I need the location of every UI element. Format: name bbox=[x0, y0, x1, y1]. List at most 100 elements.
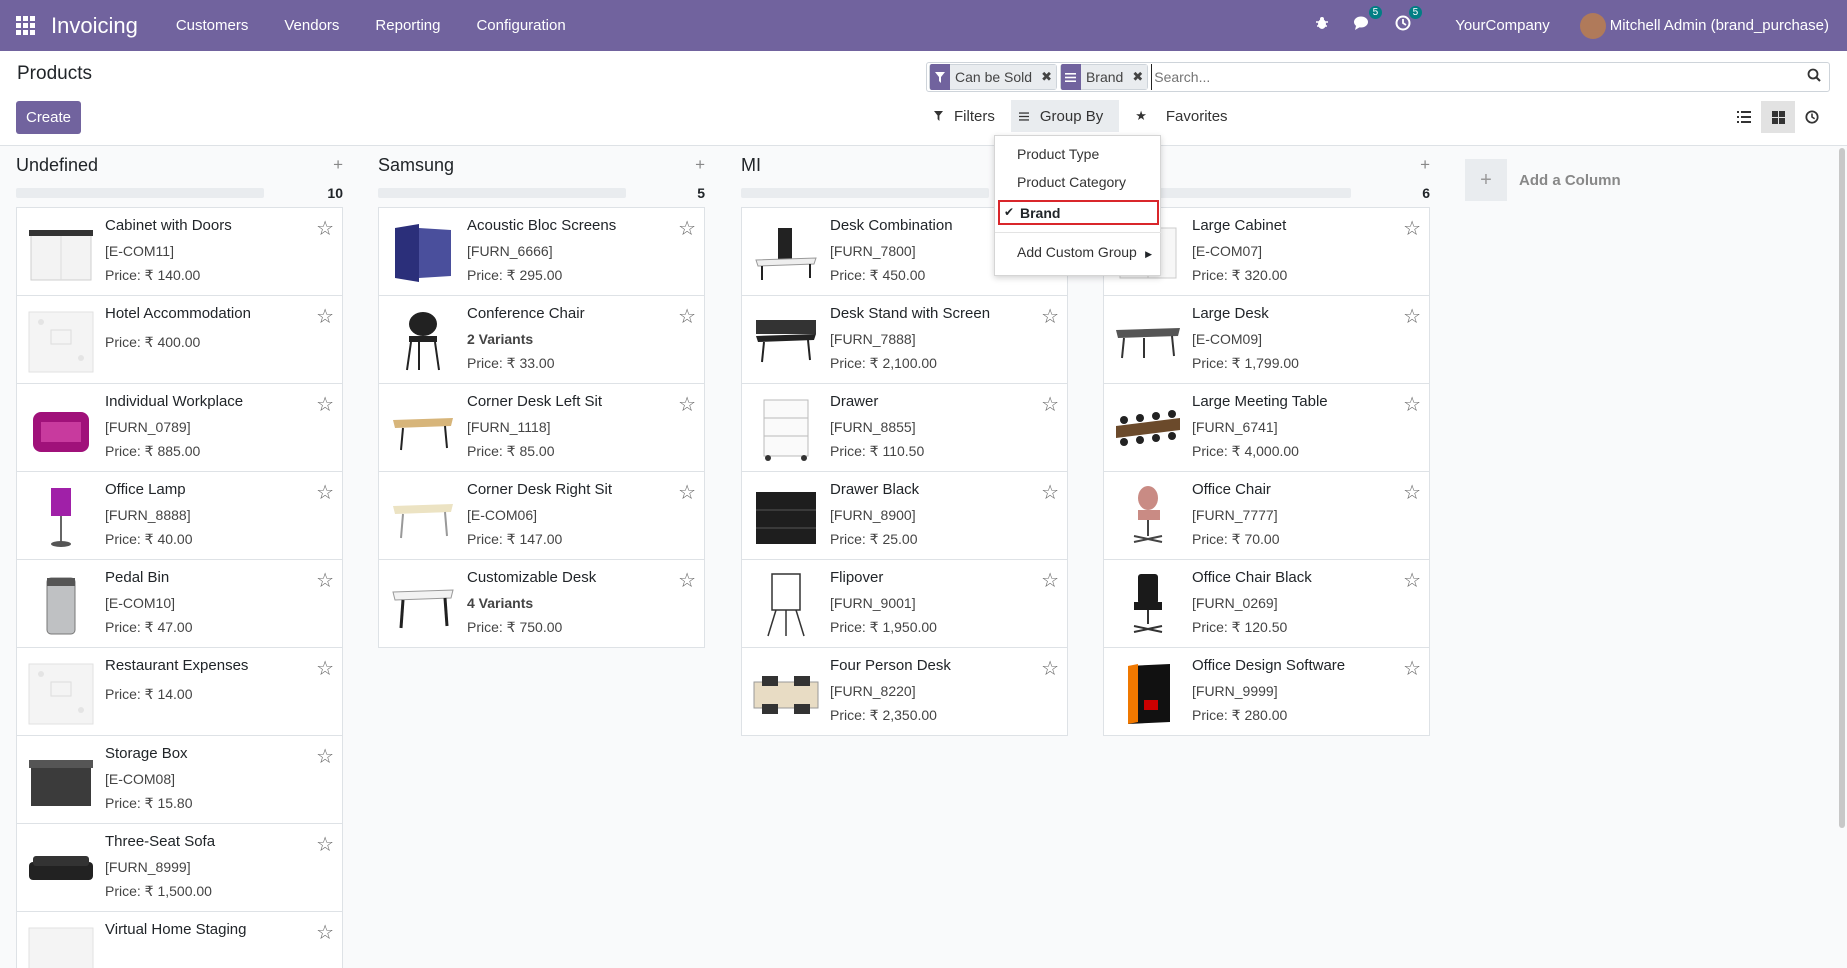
quick-create-plus-icon[interactable]: + bbox=[1420, 155, 1430, 175]
activity-view-icon[interactable] bbox=[1795, 101, 1829, 133]
favorite-star-icon[interactable]: ☆ bbox=[678, 304, 696, 329]
favorite-star-icon[interactable]: ☆ bbox=[316, 744, 334, 769]
favorite-star-icon[interactable]: ☆ bbox=[1041, 480, 1059, 505]
kanban-card[interactable]: Large Desk [E-COM09] Price: ₹ 1,799.00 ☆ bbox=[1103, 295, 1430, 384]
favorite-star-icon[interactable]: ☆ bbox=[1403, 480, 1421, 505]
column-progressbar[interactable] bbox=[16, 188, 264, 198]
kanban-card[interactable]: Hotel Accommodation Price: ₹ 400.00 ☆ bbox=[16, 295, 343, 384]
favorite-star-icon[interactable]: ☆ bbox=[316, 656, 334, 681]
kanban-card[interactable]: Restaurant Expenses Price: ₹ 14.00 ☆ bbox=[16, 647, 343, 736]
column-progressbar[interactable] bbox=[378, 188, 626, 198]
search-icon[interactable] bbox=[1799, 68, 1829, 86]
menu-vendors[interactable]: Vendors bbox=[266, 17, 357, 34]
kanban-card[interactable]: Conference Chair 2 Variants Price: ₹ 33.… bbox=[378, 295, 705, 384]
favorite-star-icon[interactable]: ☆ bbox=[1041, 568, 1059, 593]
groupby-button[interactable]: Group By bbox=[1010, 100, 1120, 132]
app-name[interactable]: Invoicing bbox=[51, 13, 138, 39]
kanban-card[interactable]: Acoustic Bloc Screens [FURN_6666] Price:… bbox=[378, 207, 705, 296]
groupby-option-brand[interactable]: ✔ Brand bbox=[998, 200, 1159, 225]
kanban-card[interactable]: Cabinet with Doors [E-COM11] Price: ₹ 14… bbox=[16, 207, 343, 296]
favorite-star-icon[interactable]: ☆ bbox=[678, 568, 696, 593]
kanban-card[interactable]: Storage Box [E-COM08] Price: ₹ 15.80 ☆ bbox=[16, 735, 343, 824]
kanban-card[interactable]: Virtual Home Staging ☆ bbox=[16, 911, 343, 968]
favorite-star-icon[interactable]: ☆ bbox=[1041, 304, 1059, 329]
kanban-card[interactable]: Drawer [FURN_8855] Price: ₹ 110.50 ☆ bbox=[741, 383, 1068, 472]
kanban-card[interactable]: Customizable Desk 4 Variants Price: ₹ 75… bbox=[378, 559, 705, 648]
favorite-star-icon[interactable]: ☆ bbox=[678, 480, 696, 505]
kanban-card[interactable]: Flipover [FURN_9001] Price: ₹ 1,950.00 ☆ bbox=[741, 559, 1068, 648]
product-name: Corner Desk Left Sit bbox=[467, 393, 603, 410]
favorites-button[interactable]: ★ Favorites bbox=[1119, 100, 1243, 132]
favorite-star-icon[interactable]: ☆ bbox=[316, 304, 334, 329]
column-title[interactable]: MI bbox=[741, 155, 761, 176]
favorite-star-icon[interactable]: ☆ bbox=[316, 832, 334, 857]
kanban-card[interactable]: Office Lamp [FURN_8888] Price: ₹ 40.00 ☆ bbox=[16, 471, 343, 560]
favorite-star-icon[interactable]: ☆ bbox=[1041, 656, 1059, 681]
page-title[interactable]: Products bbox=[17, 63, 92, 85]
favorite-star-icon[interactable]: ☆ bbox=[678, 216, 696, 241]
kanban-view-icon[interactable] bbox=[1761, 101, 1795, 133]
menu-customers[interactable]: Customers bbox=[158, 17, 267, 34]
kanban-card[interactable]: Corner Desk Left Sit [FURN_1118] Price: … bbox=[378, 383, 705, 472]
groupby-option-product-type[interactable]: Product Type bbox=[1017, 146, 1099, 162]
favorite-star-icon[interactable]: ☆ bbox=[1041, 392, 1059, 417]
add-custom-group[interactable]: Add Custom Group bbox=[1017, 244, 1137, 260]
company-switcher[interactable]: YourCompany bbox=[1455, 17, 1550, 34]
column-title[interactable]: Undefined bbox=[16, 155, 98, 176]
kanban-card[interactable]: Three-Seat Sofa [FURN_8999] Price: ₹ 1,5… bbox=[16, 823, 343, 912]
favorite-star-icon[interactable]: ☆ bbox=[678, 392, 696, 417]
user-menu[interactable]: Mitchell Admin (brand_purchase) bbox=[1610, 17, 1829, 34]
product-ref: [E-COM11] bbox=[105, 243, 174, 259]
menu-configuration[interactable]: Configuration bbox=[458, 17, 583, 34]
create-button[interactable]: Create bbox=[16, 101, 81, 134]
activities-clock-icon[interactable]: 5 bbox=[1395, 6, 1423, 36]
kanban-card[interactable]: Drawer Black [FURN_8900] Price: ₹ 25.00 … bbox=[741, 471, 1068, 560]
column-count: 10 bbox=[327, 185, 343, 201]
product-image bbox=[1114, 484, 1182, 550]
facet-can-be-sold: Can be Sold ✖ bbox=[929, 64, 1057, 90]
favorite-star-icon[interactable]: ☆ bbox=[316, 480, 334, 505]
vertical-scrollbar[interactable] bbox=[1839, 148, 1845, 828]
add-column-plus-icon[interactable]: + bbox=[1465, 159, 1507, 201]
product-name: Hotel Accommodation bbox=[105, 305, 251, 322]
favorite-star-icon[interactable]: ☆ bbox=[1403, 392, 1421, 417]
product-ref: [E-COM06] bbox=[467, 507, 538, 523]
quick-create-plus-icon[interactable]: + bbox=[695, 155, 705, 175]
filters-button[interactable]: Filters bbox=[926, 100, 1011, 132]
facet-remove-icon[interactable]: ✖ bbox=[1128, 65, 1148, 89]
kanban-card[interactable]: Office Design Software [FURN_9999] Price… bbox=[1103, 647, 1430, 736]
kanban-card[interactable]: Office Chair Black [FURN_0269] Price: ₹ … bbox=[1103, 559, 1430, 648]
menu-reporting[interactable]: Reporting bbox=[357, 17, 458, 34]
favorite-star-icon[interactable]: ☆ bbox=[1403, 568, 1421, 593]
kanban-card[interactable]: Four Person Desk [FURN_8220] Price: ₹ 2,… bbox=[741, 647, 1068, 736]
messages-icon[interactable]: 5 bbox=[1353, 6, 1383, 36]
kanban-card[interactable]: Large Meeting Table [FURN_6741] Price: ₹… bbox=[1103, 383, 1430, 472]
column-progressbar[interactable] bbox=[741, 188, 989, 198]
kanban-card[interactable]: Desk Stand with Screen [FURN_7888] Price… bbox=[741, 295, 1068, 384]
navbar-systray: 5 5 YourCompany Mitchell Admin (brand_pu… bbox=[1303, 0, 1847, 51]
favorite-star-icon[interactable]: ☆ bbox=[316, 920, 334, 945]
favorite-star-icon[interactable]: ☆ bbox=[316, 216, 334, 241]
favorite-star-icon[interactable]: ☆ bbox=[1403, 304, 1421, 329]
debug-bug-icon[interactable] bbox=[1315, 16, 1329, 35]
facet-remove-icon[interactable]: ✖ bbox=[1037, 65, 1056, 89]
quick-create-plus-icon[interactable]: + bbox=[333, 155, 343, 175]
kanban-card[interactable]: Pedal Bin [E-COM10] Price: ₹ 47.00 ☆ bbox=[16, 559, 343, 648]
list-view-icon[interactable] bbox=[1727, 101, 1761, 133]
search-input[interactable] bbox=[1151, 64, 1799, 90]
groupby-option-product-category[interactable]: Product Category bbox=[1017, 174, 1126, 190]
favorite-star-icon[interactable]: ☆ bbox=[316, 568, 334, 593]
kanban-card[interactable]: Individual Workplace [FURN_0789] Price: … bbox=[16, 383, 343, 472]
favorite-star-icon[interactable]: ☆ bbox=[1403, 216, 1421, 241]
favorite-star-icon[interactable]: ☆ bbox=[316, 392, 334, 417]
add-column[interactable]: + Add a Column bbox=[1465, 159, 1621, 201]
user-avatar[interactable] bbox=[1579, 12, 1606, 39]
favorite-star-icon[interactable]: ☆ bbox=[1403, 656, 1421, 681]
kanban-card[interactable]: Corner Desk Right Sit [E-COM06] Price: ₹… bbox=[378, 471, 705, 560]
column-title[interactable]: Samsung bbox=[378, 155, 454, 176]
product-name: Cabinet with Doors bbox=[105, 217, 232, 234]
product-name: Corner Desk Right Sit bbox=[467, 481, 613, 498]
kanban-card[interactable]: Office Chair [FURN_7777] Price: ₹ 70.00 … bbox=[1103, 471, 1430, 560]
product-image bbox=[27, 484, 95, 550]
apps-menu-icon[interactable] bbox=[15, 16, 35, 36]
